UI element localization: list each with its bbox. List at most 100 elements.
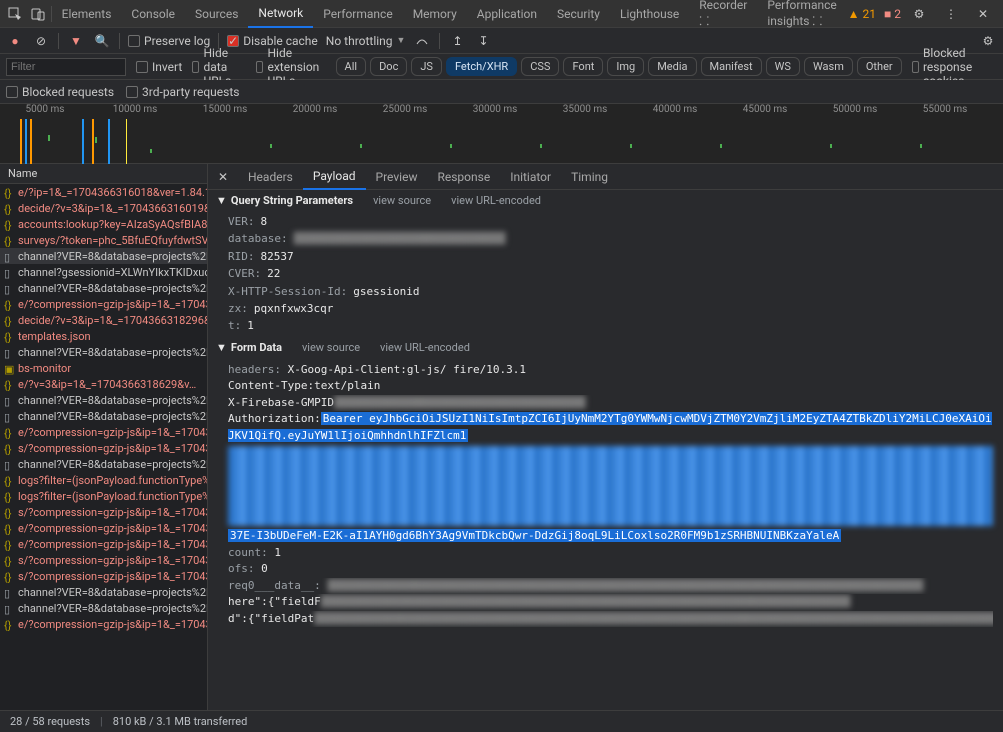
qsp-row: t:1 (228, 317, 1003, 334)
request-row[interactable]: ▯channel?VER=8&database=projects%2F… (0, 408, 207, 424)
pill-ws[interactable]: WS (766, 57, 800, 76)
details-tab-timing[interactable]: Timing (561, 164, 618, 190)
search-icon[interactable]: 🔍 (93, 32, 111, 50)
view-source-link[interactable]: view source (302, 341, 360, 354)
formdata-section-header[interactable]: ▼Form Data view source view URL-encoded (208, 337, 1003, 358)
pill-img[interactable]: Img (607, 57, 644, 76)
request-row[interactable]: {}e/?compression=gzip-js&ip=1&_=17043… (0, 296, 207, 312)
view-encoded-link[interactable]: view URL-encoded (380, 341, 470, 354)
pill-manifest[interactable]: Manifest (701, 57, 762, 76)
timeline-cursor (126, 119, 127, 164)
request-row[interactable]: {}s/?compression=gzip-js&ip=1&_=17043… (0, 440, 207, 456)
tab-network[interactable]: Network (248, 0, 313, 28)
throttling-select[interactable]: No throttling▼ (326, 34, 406, 48)
request-row[interactable]: {}e/?compression=gzip-js&ip=1&_=17043… (0, 520, 207, 536)
pill-js[interactable]: JS (411, 57, 442, 76)
pill-doc[interactable]: Doc (370, 57, 407, 76)
request-row[interactable]: {}s/?compression=gzip-js&ip=1&_=17043… (0, 568, 207, 584)
network-conditions-icon[interactable] (413, 32, 431, 50)
tab-security[interactable]: Security (547, 0, 610, 28)
timeline-tick: 40000 ms (630, 104, 720, 119)
name-column-header[interactable]: Name (0, 164, 207, 184)
import-har-icon[interactable]: ↥ (448, 32, 466, 50)
request-row[interactable]: {}e/?compression=gzip-js&ip=1&_=17043… (0, 536, 207, 552)
request-name: channel?gsessionid=XLWnYIkxTKIDxuq8f… (18, 266, 207, 279)
request-row[interactable]: {}logs?filter=(jsonPayload.functionType%… (0, 472, 207, 488)
details-tab-payload[interactable]: Payload (303, 164, 366, 190)
export-har-icon[interactable]: ↧ (474, 32, 492, 50)
xhr-icon: {} (4, 555, 14, 565)
xhr-icon: {} (4, 315, 14, 325)
tab-memory[interactable]: Memory (403, 0, 467, 28)
timeline-overview[interactable]: 5000 ms10000 ms15000 ms20000 ms25000 ms3… (0, 104, 1003, 164)
request-row[interactable]: ▯channel?VER=8&database=projects%2F… (0, 280, 207, 296)
request-row[interactable]: {} templates.json (0, 328, 207, 344)
request-row[interactable]: ▯channel?VER=8&database=projects%2F… (0, 600, 207, 616)
request-row[interactable]: ▯channel?gsessionid=XLWnYIkxTKIDxuq8f… (0, 264, 207, 280)
view-source-link[interactable]: view source (373, 194, 431, 207)
request-name: e/?compression=gzip-js&ip=1&_=17043… (18, 618, 207, 631)
request-row[interactable]: {}s/?compression=gzip-js&ip=1&_=17043… (0, 552, 207, 568)
request-row[interactable]: {}e/?compression=gzip-js&ip=1&_=17043… (0, 616, 207, 632)
qsp-section-header[interactable]: ▼Query String Parameters view source vie… (208, 190, 1003, 211)
request-row[interactable]: ▯channel?VER=8&database=projects%2F… (0, 584, 207, 600)
request-row[interactable]: {}decide/?v=3&ip=1&_=1704366316019&v… (0, 200, 207, 216)
document-icon: ▯ (4, 603, 14, 613)
clear-button[interactable]: ⊘ (32, 32, 50, 50)
blocked-requests-checkbox[interactable]: Blocked requests (6, 85, 114, 99)
close-devtools-icon[interactable]: ✕ (973, 4, 993, 24)
details-tab-response[interactable]: Response (427, 164, 500, 190)
tab-recorder[interactable]: Recorder ⸬ (689, 0, 757, 28)
settings-icon[interactable]: ⚙ (909, 4, 929, 24)
pill-all[interactable]: All (336, 57, 367, 76)
details-tab-initiator[interactable]: Initiator (500, 164, 561, 190)
invert-checkbox[interactable]: Invert (136, 60, 182, 74)
xhr-icon: {} (4, 379, 14, 389)
request-row[interactable]: ▯channel?VER=8&database=projects%2F… (0, 456, 207, 472)
devtools-tabs: ElementsConsoleSourcesNetworkPerformance… (52, 0, 848, 27)
xhr-icon: {} (4, 443, 14, 453)
details-tab-preview[interactable]: Preview (366, 164, 428, 190)
tab-elements[interactable]: Elements (52, 0, 122, 28)
record-button[interactable]: ● (6, 32, 24, 50)
more-icon[interactable]: ⋮ (941, 4, 961, 24)
tab-performance[interactable]: Performance (313, 0, 402, 28)
request-row[interactable]: ▣bs-monitor (0, 360, 207, 376)
tab-console[interactable]: Console (121, 0, 185, 28)
request-row[interactable]: {}surveys/?token=phc_5BfuEQfuyfdwtSVR… (0, 232, 207, 248)
tab-lighthouse[interactable]: Lighthouse (610, 0, 689, 28)
xhr-icon: {} (4, 299, 14, 309)
details-tab-headers[interactable]: Headers (238, 164, 303, 190)
request-row[interactable]: {}e/?ip=1&_=1704366316018&ver=1.84.1 (0, 184, 207, 200)
network-toolbar: ● ⊘ ▼ 🔍 Preserve log ✓Disable cache No t… (0, 28, 1003, 54)
tab-sources[interactable]: Sources (185, 0, 248, 28)
pill-other[interactable]: Other (857, 57, 902, 76)
filter-icon[interactable]: ▼ (67, 32, 85, 50)
pill-wasm[interactable]: Wasm (804, 57, 853, 76)
pill-fetch-xhr[interactable]: Fetch/XHR (446, 57, 517, 76)
request-row[interactable]: ▯channel?VER=8&database=projects%2F… (0, 344, 207, 360)
request-row[interactable]: {}e/?v=3&ip=1&_=1704366318629&v… (0, 376, 207, 392)
errors-badge[interactable]: ■2 (884, 7, 901, 21)
request-name: templates.json (18, 330, 91, 343)
inspect-icon[interactable] (6, 4, 24, 24)
request-row[interactable]: {}decide/?v=3&ip=1&_=1704366318296&v… (0, 312, 207, 328)
warnings-badge[interactable]: ▲21 (848, 7, 876, 21)
request-row[interactable]: ▯channel?VER=8&database=projects%2F… (0, 392, 207, 408)
request-row[interactable]: {}logs?filter=(jsonPayload.functionType%… (0, 488, 207, 504)
close-details-button[interactable]: ✕ (212, 166, 234, 188)
request-row[interactable]: {}accounts:lookup?key=AIzaSyAQsfBIA8au… (0, 216, 207, 232)
device-toggle-icon[interactable] (28, 4, 46, 24)
xhr-icon: {} (4, 331, 14, 341)
tab-application[interactable]: Application (467, 0, 547, 28)
pill-media[interactable]: Media (648, 57, 696, 76)
filter-input[interactable] (6, 58, 126, 76)
request-row[interactable]: ▯channel?VER=8&database=projects%2F… (0, 248, 207, 264)
request-row[interactable]: {}s/?compression=gzip-js&ip=1&_=17043… (0, 504, 207, 520)
pill-font[interactable]: Font (563, 57, 603, 76)
pill-css[interactable]: CSS (521, 57, 559, 76)
tab-performance[interactable]: Performance insights ⸬ (757, 0, 847, 28)
view-encoded-link[interactable]: view URL-encoded (451, 194, 541, 207)
request-row[interactable]: {}e/?compression=gzip-js&ip=1&_=17043… (0, 424, 207, 440)
third-party-checkbox[interactable]: 3rd-party requests (126, 85, 239, 99)
